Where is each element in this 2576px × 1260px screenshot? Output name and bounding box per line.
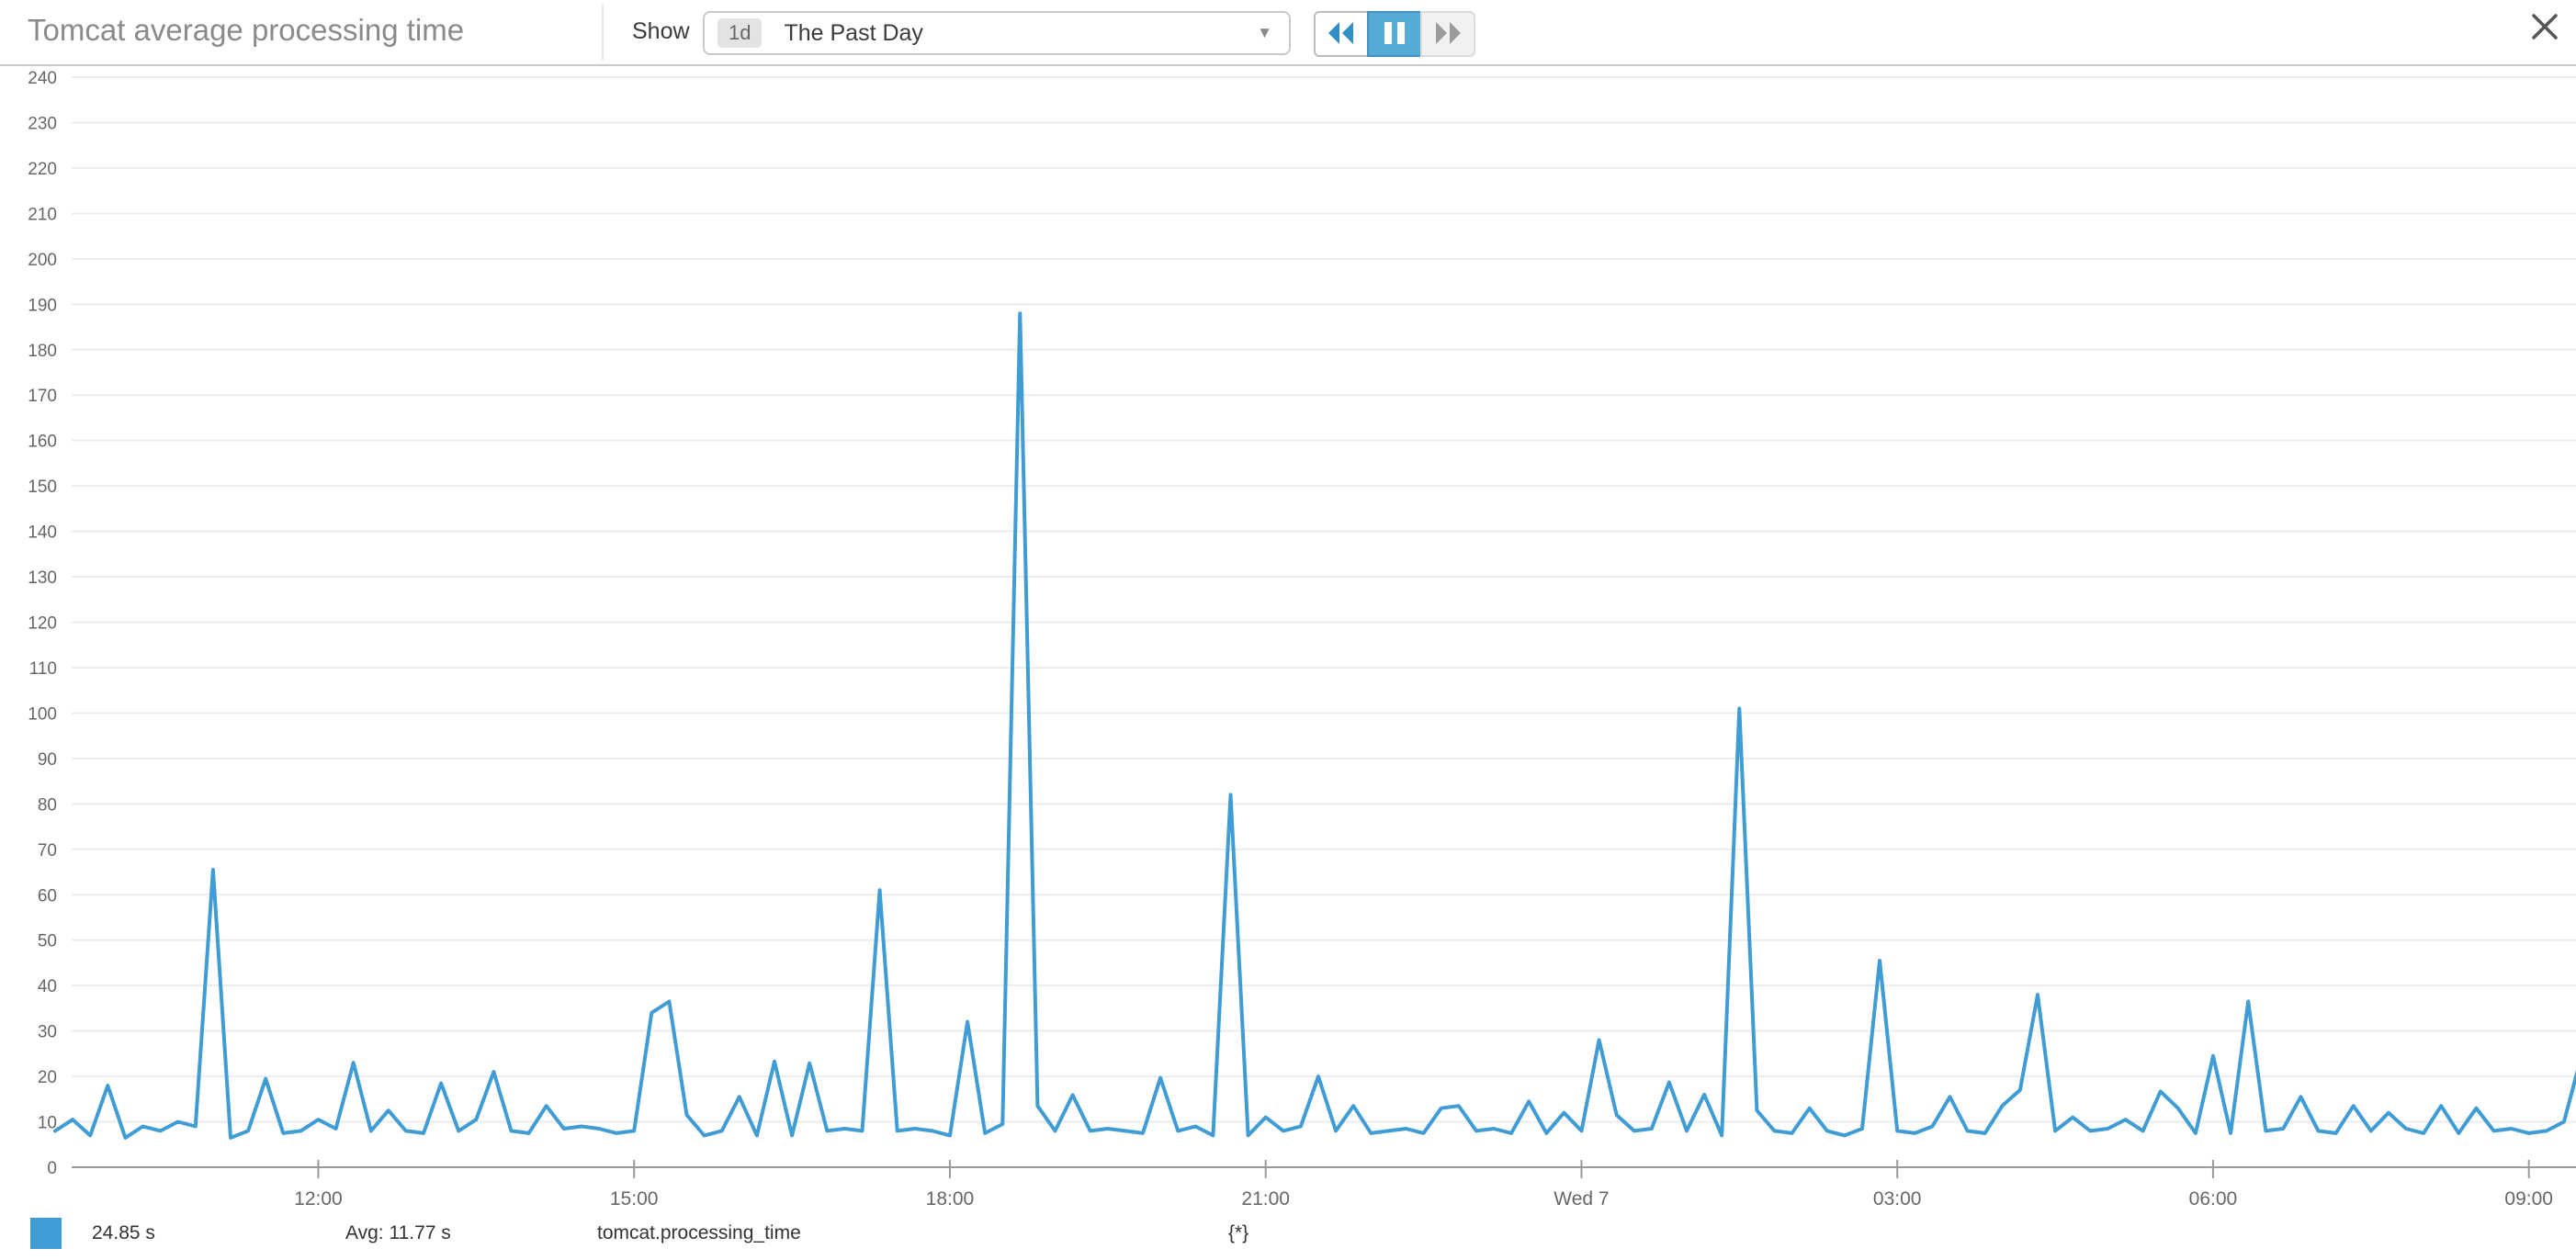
svg-text:50: 50 [38, 932, 57, 951]
pause-icon [1384, 21, 1406, 48]
svg-text:70: 70 [38, 841, 57, 861]
y-gridlines [72, 77, 2576, 1122]
rewind-icon [1328, 21, 1355, 48]
close-icon [2531, 13, 2559, 43]
svg-text:180: 180 [28, 342, 57, 361]
svg-text:100: 100 [28, 704, 57, 724]
svg-text:09:00: 09:00 [2504, 1188, 2553, 1209]
svg-text:60: 60 [38, 886, 57, 906]
timeframe-badge: 1d [717, 18, 762, 48]
legend-swatch[interactable] [30, 1218, 62, 1249]
svg-text:40: 40 [38, 977, 57, 996]
timeseries-chart[interactable]: 0102030405060708090100110120130140150160… [0, 66, 2576, 1210]
svg-text:06:00: 06:00 [2189, 1188, 2238, 1209]
timeframe-select[interactable]: 1d The Past Day ▼ [703, 11, 1291, 55]
series-line [55, 313, 2576, 1138]
svg-text:210: 210 [28, 205, 57, 224]
header-divider [602, 4, 604, 61]
svg-text:120: 120 [28, 614, 57, 634]
fast-forward-button[interactable] [1420, 11, 1475, 57]
svg-text:240: 240 [28, 69, 57, 88]
chart-area[interactable]: 0102030405060708090100110120130140150160… [0, 66, 2576, 1210]
svg-text:170: 170 [28, 387, 57, 406]
legend-metric-name[interactable]: tomcat.processing_time [597, 1222, 801, 1244]
svg-text:30: 30 [38, 1023, 57, 1042]
svg-text:160: 160 [28, 433, 57, 452]
svg-text:0: 0 [47, 1159, 57, 1178]
rewind-button[interactable] [1314, 11, 1369, 57]
svg-text:18:00: 18:00 [926, 1188, 975, 1209]
svg-text:15:00: 15:00 [610, 1188, 659, 1209]
graph-header: Tomcat average processing time Show 1d T… [0, 0, 2576, 66]
svg-text:12:00: 12:00 [294, 1188, 343, 1209]
svg-text:Wed 7: Wed 7 [1554, 1188, 1609, 1209]
chevron-down-icon: ▼ [1257, 24, 1272, 42]
show-label: Show [632, 18, 690, 45]
legend-latest-value: 24.85 s [92, 1222, 155, 1244]
legend-row: 24.85 s Avg: 11.77 s tomcat.processing_t… [0, 1210, 2576, 1260]
playback-controls [1314, 11, 1475, 57]
x-axis-labels: 12:00 15:00 18:00 21:00 Wed 7 03:00 06:00 09:00 [294, 1188, 2553, 1209]
graph-panel: Tomcat average processing time Show 1d T… [0, 0, 2576, 1260]
svg-text:110: 110 [29, 659, 57, 679]
svg-text:190: 190 [28, 296, 57, 315]
y-axis-labels: 0102030405060708090100110120130140150160… [28, 69, 57, 1178]
legend-scope: {*} [1228, 1222, 1248, 1244]
legend-avg-value: Avg: 11.77 s [345, 1222, 451, 1244]
svg-text:80: 80 [38, 795, 57, 815]
svg-text:90: 90 [38, 750, 57, 770]
page-title: Tomcat average processing time [28, 13, 464, 48]
svg-text:130: 130 [28, 568, 57, 588]
svg-text:230: 230 [28, 114, 57, 133]
svg-text:200: 200 [28, 251, 57, 270]
timeframe-label: The Past Day [784, 20, 1257, 47]
svg-text:220: 220 [28, 160, 57, 179]
svg-text:21:00: 21:00 [1241, 1188, 1290, 1209]
svg-text:20: 20 [38, 1068, 57, 1087]
pause-button[interactable] [1367, 11, 1422, 57]
svg-text:140: 140 [28, 523, 57, 543]
svg-text:03:00: 03:00 [1873, 1188, 1922, 1209]
fast-forward-icon [1434, 21, 1462, 48]
x-axis-ticks [318, 1160, 2528, 1178]
svg-text:150: 150 [28, 478, 57, 497]
close-button[interactable] [2525, 7, 2565, 48]
